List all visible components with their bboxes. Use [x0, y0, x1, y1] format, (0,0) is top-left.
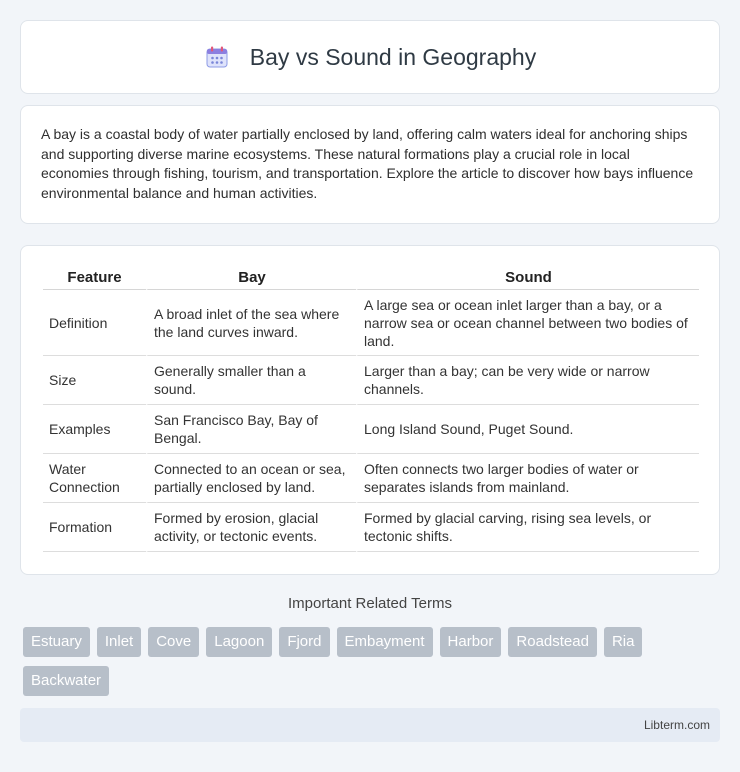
table-row: Formation Formed by erosion, glacial act…: [43, 503, 699, 552]
feature-cell: Examples: [43, 405, 146, 454]
table-row: Definition A broad inlet of the sea wher…: [43, 290, 699, 356]
bay-cell: Generally smaller than a sound.: [146, 356, 356, 405]
sound-cell: Long Island Sound, Puget Sound.: [356, 405, 699, 454]
sound-cell: Larger than a bay; can be very wide or n…: [356, 356, 699, 405]
tag-cove[interactable]: Cove: [148, 627, 200, 657]
tag-embayment[interactable]: Embayment: [336, 627, 433, 657]
related-terms-title: Important Related Terms: [288, 595, 452, 612]
comparison-table-card: Feature Bay Sound Definition A broad inl…: [20, 245, 720, 575]
table-row: Water Connection Connected to an ocean o…: [43, 454, 699, 503]
table-row: Examples San Francisco Bay, Bay of Benga…: [43, 405, 699, 454]
table-header-row: Feature Bay Sound: [43, 266, 699, 290]
bay-cell: San Francisco Bay, Bay of Bengal.: [146, 405, 356, 454]
comparison-table: Feature Bay Sound Definition A broad inl…: [43, 266, 699, 552]
footer: Libterm.com: [20, 708, 720, 742]
calendar-icon: [204, 44, 230, 70]
sound-cell: A large sea or ocean inlet larger than a…: [356, 290, 699, 356]
header-feature: Feature: [43, 266, 146, 290]
tag-roadstead[interactable]: Roadstead: [508, 627, 597, 657]
feature-cell: Formation: [43, 503, 146, 552]
sound-cell: Formed by glacial carving, rising sea le…: [356, 503, 699, 552]
tag-lagoon[interactable]: Lagoon: [206, 627, 273, 657]
tag-fjord[interactable]: Fjord: [279, 627, 330, 657]
title-wrap: Bay vs Sound in Geography: [204, 44, 536, 71]
intro-paragraph: A bay is a coastal body of water partial…: [41, 126, 694, 201]
tag-estuary[interactable]: Estuary: [23, 627, 90, 657]
tag-inlet[interactable]: Inlet: [96, 627, 142, 657]
table-row: Size Generally smaller than a sound. Lar…: [43, 356, 699, 405]
related-terms-tags: Estuary Inlet Cove Lagoon Fjord Embaymen…: [23, 627, 703, 696]
intro-card: A bay is a coastal body of water partial…: [20, 105, 720, 224]
header-bay: Bay: [146, 266, 356, 290]
bay-cell: Formed by erosion, glacial activity, or …: [146, 503, 356, 552]
header-sound: Sound: [356, 266, 699, 290]
bay-cell: A broad inlet of the sea where the land …: [146, 290, 356, 356]
tag-harbor[interactable]: Harbor: [439, 627, 502, 657]
feature-cell: Size: [43, 356, 146, 405]
footer-site-link[interactable]: Libterm.com: [644, 718, 710, 732]
feature-cell: Definition: [43, 290, 146, 356]
tag-backwater[interactable]: Backwater: [23, 666, 110, 696]
tag-ria[interactable]: Ria: [603, 627, 643, 657]
sound-cell: Often connects two larger bodies of wate…: [356, 454, 699, 503]
feature-cell: Water Connection: [43, 454, 146, 503]
header-card: Bay vs Sound in Geography: [20, 20, 720, 94]
bay-cell: Connected to an ocean or sea, partially …: [146, 454, 356, 503]
page-title: Bay vs Sound in Geography: [249, 43, 537, 70]
